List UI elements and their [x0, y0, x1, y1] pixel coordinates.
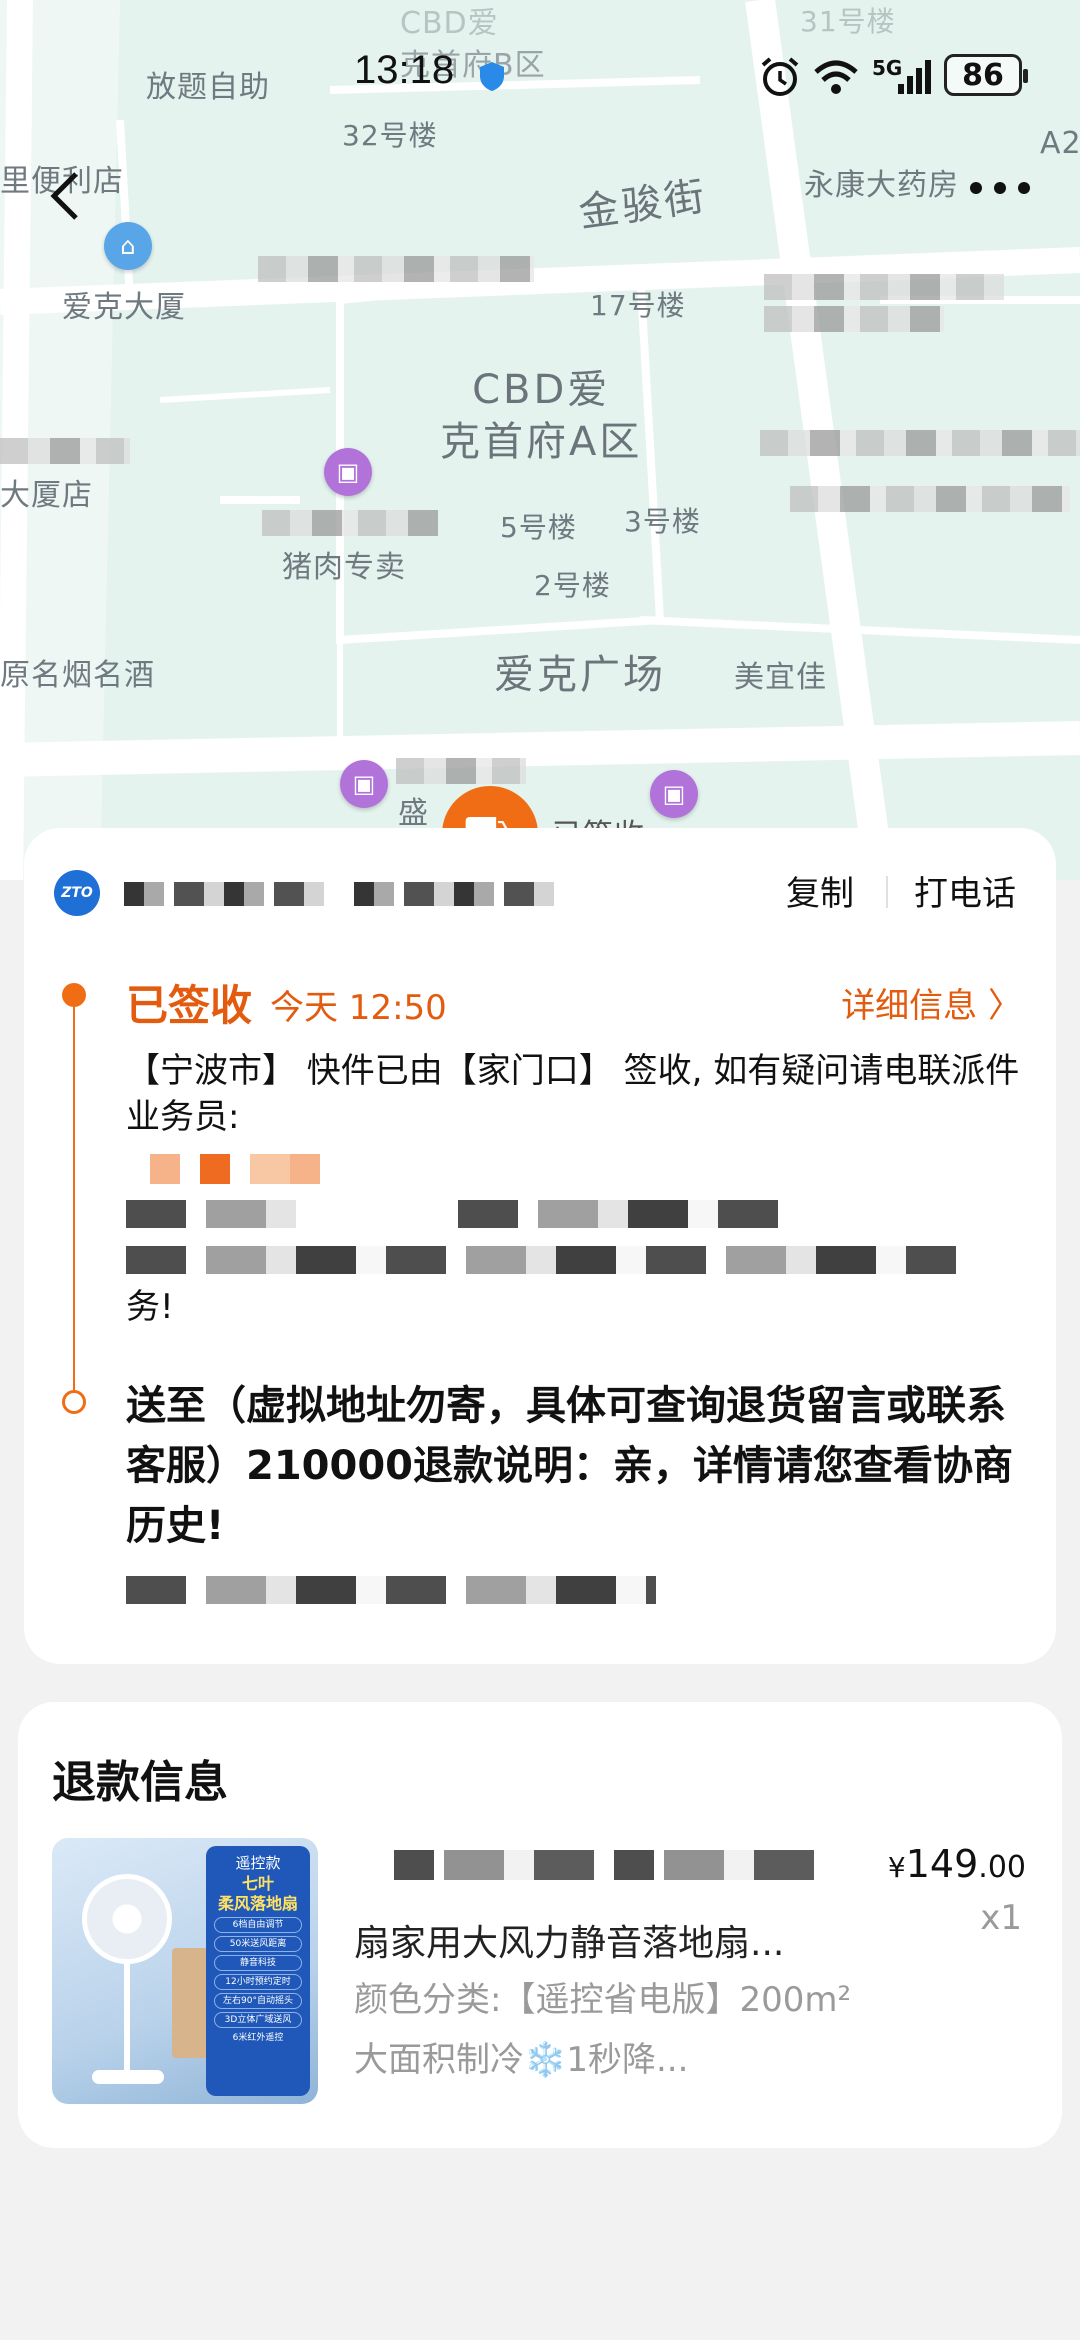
redacted-recipient — [126, 1576, 656, 1604]
delivery-status: 已签收 — [126, 981, 253, 1030]
redacted-text — [458, 1200, 792, 1228]
product-price: ¥149.00 — [888, 1842, 1026, 1886]
divider — [886, 876, 888, 908]
timeline-line — [73, 1006, 75, 1392]
fan-image — [82, 1874, 172, 1964]
map-label: 盛 — [398, 796, 429, 831]
redacted-label — [790, 486, 1070, 512]
thumb-title: 七叶 柔风落地扇 — [217, 1874, 298, 1913]
fan-image-base — [92, 2070, 164, 2084]
map-label: 永康大药房 — [804, 168, 959, 203]
map-label: CBD爱 克首府A区 — [440, 367, 643, 465]
shop-poi-icon[interactable]: ▣ — [650, 770, 698, 818]
alarm-icon — [761, 57, 799, 96]
thumb-tag: 遥控款 — [235, 1854, 281, 1872]
product-quantity: x1 — [980, 1898, 1022, 1938]
map-label: 爱克大厦 — [62, 290, 186, 325]
product-spec: 颜色分类:【遥控省电版】200m²大面积制冷❄️1秒降... — [354, 1980, 852, 2080]
delivery-time: 今天 12:50 — [270, 988, 447, 1028]
copy-button[interactable]: 复制 — [786, 866, 854, 915]
tracking-event-tail: 务! — [126, 1287, 174, 1327]
detail-info-link[interactable]: 详细信息 〉 — [841, 978, 1022, 1027]
map-label: CBD爱 — [400, 6, 499, 41]
fan-image-pole — [124, 1964, 130, 2074]
thumb-feature: 3D立体广域送风 — [214, 2012, 302, 2028]
map-label: 31号楼 — [800, 5, 896, 38]
redacted-label — [396, 758, 526, 784]
redacted-label — [258, 256, 534, 282]
thumb-feature: 50米送风距离 — [214, 1936, 302, 1952]
redacted-text — [126, 1246, 956, 1274]
thumb-feature: 左右90°自动摇头 — [214, 1993, 302, 2009]
map-label: 原名烟名酒 — [0, 658, 155, 693]
redacted-product-prefix — [394, 1850, 824, 1880]
thumb-feature: 静音科技 — [214, 1955, 302, 1971]
thumb-feature: 6米红外遥控 — [232, 2033, 284, 2043]
map-label: 放题自助 — [146, 70, 270, 105]
shop-poi-icon[interactable]: ▣ — [324, 448, 372, 496]
wifi-icon — [814, 60, 858, 94]
redacted-label — [764, 306, 944, 332]
thumb-feature: 6档自由调节 — [214, 1917, 302, 1933]
product-name[interactable]: 扇家用大风力静音落地扇... — [354, 1914, 874, 1966]
map-label: A2 — [1040, 126, 1080, 161]
redacted-label — [0, 438, 130, 464]
redacted-label — [764, 274, 1004, 300]
map-label: 5号楼 — [500, 511, 577, 544]
map-label: 3号楼 — [624, 505, 701, 538]
signal-icon — [898, 60, 931, 94]
tracking-card: ZTO 复制 打电话 已签收 今天 12:50 详细信息 〉 【宁波市】 快件已… — [24, 828, 1056, 1664]
call-button[interactable]: 打电话 — [914, 866, 1016, 915]
map-view[interactable]: CBD爱 克首府B区 放题自助 32号楼 31号楼 里便利店 金骏街 永康大药房… — [0, 0, 1080, 880]
product-thumbnail[interactable]: 遥控款 七叶 柔风落地扇 6档自由调节 50米送风距离 静音科技 12小时预约定… — [52, 1838, 318, 2104]
price-decimal: .00 — [978, 1850, 1026, 1885]
redacted-company — [124, 882, 324, 906]
redacted-phone — [150, 1154, 340, 1184]
map-label: 17号楼 — [590, 289, 686, 322]
map-label: 大厦店 — [0, 478, 93, 513]
redacted-label — [760, 430, 1080, 456]
tracking-event-text: 【宁波市】 快件已由【家门口】 签收, 如有疑问请电联派件业务员: — [126, 1051, 1020, 1137]
battery-indicator: 86 — [944, 54, 1028, 96]
redacted-text — [126, 1200, 296, 1228]
courier-logo-icon: ZTO — [54, 870, 100, 916]
timeline-dot-active — [62, 983, 86, 1007]
refund-card: 退款信息 遥控款 七叶 柔风落地扇 6档自由调节 50米送风距离 静音科技 12… — [18, 1702, 1062, 2148]
redacted-label — [262, 510, 438, 536]
back-button[interactable] — [46, 168, 96, 228]
redacted-tracking-number — [354, 882, 554, 906]
shield-icon — [480, 62, 504, 91]
map-label: 32号楼 — [342, 119, 438, 152]
map-label: 爱克广场 — [494, 652, 666, 698]
building-poi-icon[interactable]: ⌂ — [104, 222, 152, 270]
price-currency: ¥ — [887, 1851, 906, 1884]
chevron-left-icon — [50, 172, 78, 220]
shop-poi-icon[interactable]: ▣ — [340, 760, 388, 808]
thumb-feature: 12小时预约定时 — [214, 1974, 302, 1990]
thumbnail-promo-panel: 遥控款 七叶 柔风落地扇 6档自由调节 50米送风距离 静音科技 12小时预约定… — [206, 1846, 310, 2096]
status-time: 13:18 — [354, 48, 455, 92]
map-label: 猪肉专卖 — [282, 550, 406, 585]
more-dots-icon — [970, 182, 1030, 194]
map-label: 2号楼 — [534, 569, 611, 602]
map-label: 美宜佳 — [734, 660, 827, 695]
refund-section-title: 退款信息 — [52, 1757, 228, 1808]
price-integer: 149 — [905, 1842, 979, 1886]
delivery-address: 送至（虚拟地址勿寄，具体可查询退货留言或联系客服）210000退款说明：亲，详情… — [126, 1383, 1013, 1549]
timeline-dot-destination — [62, 1390, 86, 1414]
